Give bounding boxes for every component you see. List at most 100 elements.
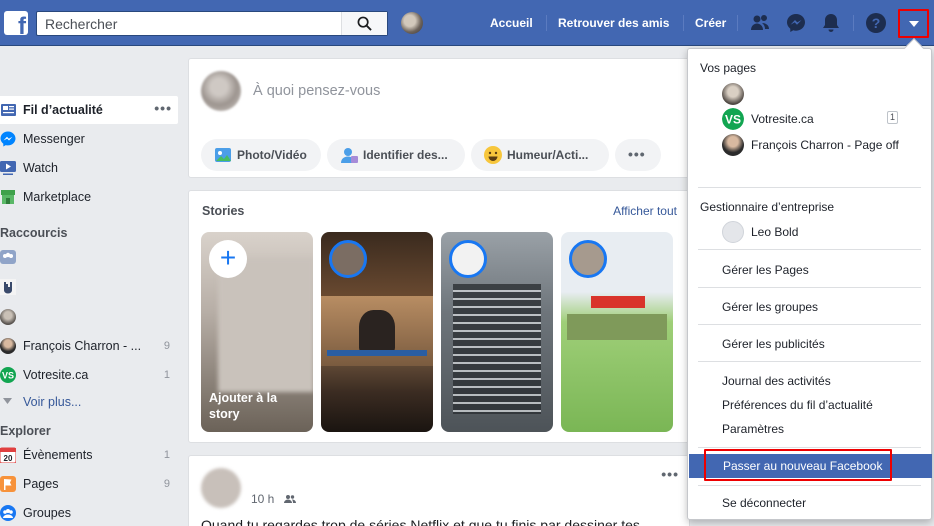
help-icon[interactable]: ?	[865, 12, 887, 34]
feed-post: 10 h ••• Quand tu regardes trop de série…	[188, 455, 690, 526]
menu-business-user[interactable]: Leo Bold	[688, 219, 931, 243]
story-avatar	[449, 240, 487, 278]
search-box	[36, 11, 388, 36]
more-options-icon[interactable]: •••	[154, 100, 172, 116]
menu-divider	[698, 485, 921, 486]
marketplace-icon	[1, 190, 15, 204]
svg-text:VS: VS	[2, 371, 14, 381]
sidebar-item-label: Watch	[23, 161, 58, 175]
search-icon	[357, 16, 372, 31]
more-actions-button[interactable]: •••	[615, 139, 661, 171]
menu-page-votresite[interactable]: VS Votresite.ca 1	[688, 106, 931, 130]
feeling-activity-button[interactable]: Humeur/Acti...	[471, 139, 609, 171]
highlight-annotation-box	[704, 449, 892, 481]
see-all-stories-link[interactable]: Afficher tout	[613, 204, 677, 218]
see-more-link[interactable]: Voir plus...	[0, 388, 178, 416]
explore-heading: Explorer	[0, 424, 51, 438]
nav-divider	[737, 15, 738, 31]
photo-video-button[interactable]: Photo/Vidéo	[201, 139, 321, 171]
story-title-banner	[591, 296, 645, 308]
stories-panel: Stories Afficher tout + Ajouter à la sto…	[188, 190, 690, 443]
messenger-icon[interactable]	[785, 12, 807, 34]
story-figure	[359, 310, 395, 352]
menu-divider	[698, 187, 921, 188]
add-story-card[interactable]: + Ajouter à la story	[201, 232, 313, 432]
menu-item-manage-pages[interactable]: Gérer les Pages	[688, 258, 931, 280]
facebook-logo-icon[interactable]: f	[4, 11, 28, 35]
sidebar-shortcut-francois[interactable]: François Charron - ... 9	[0, 332, 178, 360]
stories-title: Stories	[202, 204, 245, 218]
menu-divider	[698, 447, 921, 448]
menu-divider	[698, 324, 921, 325]
groups-icon	[0, 505, 16, 521]
business-user-name: Leo Bold	[751, 225, 799, 239]
sidebar-shortcut-group[interactable]	[0, 243, 178, 271]
top-bar: f Accueil Retrouver des amis Créer ?	[0, 0, 934, 46]
left-sidebar: Fil d’actualité ••• Messenger Watch Mark…	[0, 46, 180, 526]
notification-badge: 1	[887, 111, 898, 124]
sidebar-shortcut-game[interactable]	[0, 273, 178, 301]
post-text: Quand tu regardes trop de séries Netflix…	[201, 517, 640, 526]
story-card[interactable]	[441, 232, 553, 432]
sidebar-item-news-feed[interactable]: Fil d’actualité •••	[0, 96, 178, 124]
nav-divider	[683, 15, 684, 31]
sidebar-shortcut-votresite[interactable]: VS Votresite.ca 1	[0, 361, 178, 389]
story-banner	[327, 350, 427, 356]
svg-text:20: 20	[4, 454, 13, 463]
sidebar-item-pages[interactable]: Pages 9	[0, 470, 178, 498]
avatar	[0, 338, 16, 354]
plus-icon: +	[219, 242, 237, 273]
more-options-icon[interactable]: •••	[661, 466, 679, 482]
smiley-icon	[484, 146, 502, 164]
menu-divider	[698, 287, 921, 288]
chevron-down-icon	[3, 398, 12, 404]
photo-video-label: Photo/Vidéo	[237, 148, 307, 162]
sidebar-item-label: Fil d’actualité	[23, 103, 103, 117]
sidebar-item-watch[interactable]: Watch	[0, 154, 178, 182]
menu-item-activity-log[interactable]: Journal des activités	[688, 369, 931, 391]
menu-item-manage-groups[interactable]: Gérer les groupes	[688, 295, 931, 317]
profile-avatar[interactable]	[401, 12, 423, 34]
menu-page-avatar[interactable]	[688, 81, 931, 105]
menu-item-label: Gérer les groupes	[722, 300, 819, 314]
sidebar-item-label: Groupes	[23, 506, 71, 520]
sidebar-shortcut-avatar[interactable]	[0, 303, 178, 331]
account-menu-button[interactable]	[898, 9, 929, 38]
nav-create[interactable]: Créer	[695, 0, 726, 46]
post-timestamp: 10 h	[251, 492, 296, 506]
story-card[interactable]	[321, 232, 433, 432]
sidebar-item-label: Évènements	[23, 448, 93, 462]
menu-page-francois[interactable]: François Charron - Page off	[688, 132, 931, 156]
tag-friends-button[interactable]: Identifier des...	[327, 139, 465, 171]
menu-item-settings[interactable]: Paramètres	[688, 417, 931, 439]
sidebar-item-messenger[interactable]: Messenger	[0, 125, 178, 153]
bell-icon[interactable]	[820, 12, 842, 34]
notification-count: 1	[163, 449, 170, 461]
nav-find-friends[interactable]: Retrouver des amis	[558, 0, 669, 46]
svg-text:VS: VS	[725, 113, 741, 127]
avatar	[722, 83, 744, 105]
story-card[interactable]	[561, 232, 673, 432]
sidebar-item-events[interactable]: 20 Évènements 1	[0, 441, 178, 469]
svg-text:?: ?	[872, 15, 881, 31]
search-input[interactable]	[37, 12, 343, 35]
sidebar-item-groups[interactable]: Groupes	[0, 499, 178, 526]
menu-item-news-feed-preferences[interactable]: Préférences du fil d’actualité	[688, 393, 931, 415]
menu-item-logout[interactable]: Se déconnecter	[688, 491, 931, 513]
search-button[interactable]	[341, 12, 387, 35]
nav-divider	[853, 15, 854, 31]
add-story-label: Ajouter à la story	[209, 391, 278, 421]
nav-home[interactable]: Accueil	[490, 0, 533, 46]
sidebar-item-marketplace[interactable]: Marketplace	[0, 183, 178, 211]
shortcuts-heading: Raccourcis	[0, 226, 68, 240]
flag-icon	[0, 476, 16, 492]
menu-item-manage-ads[interactable]: Gérer les publicités	[688, 332, 931, 354]
story-thumbnail	[218, 258, 313, 392]
tag-person-icon	[341, 148, 358, 163]
your-pages-heading: Vos pages	[700, 61, 757, 75]
menu-item-label: Gérer les Pages	[722, 263, 809, 277]
add-story-button[interactable]: +	[209, 240, 247, 278]
friends-audience-icon[interactable]	[283, 494, 296, 504]
composer-input[interactable]: À quoi pensez-vous	[253, 83, 380, 99]
friends-icon[interactable]	[749, 12, 771, 34]
